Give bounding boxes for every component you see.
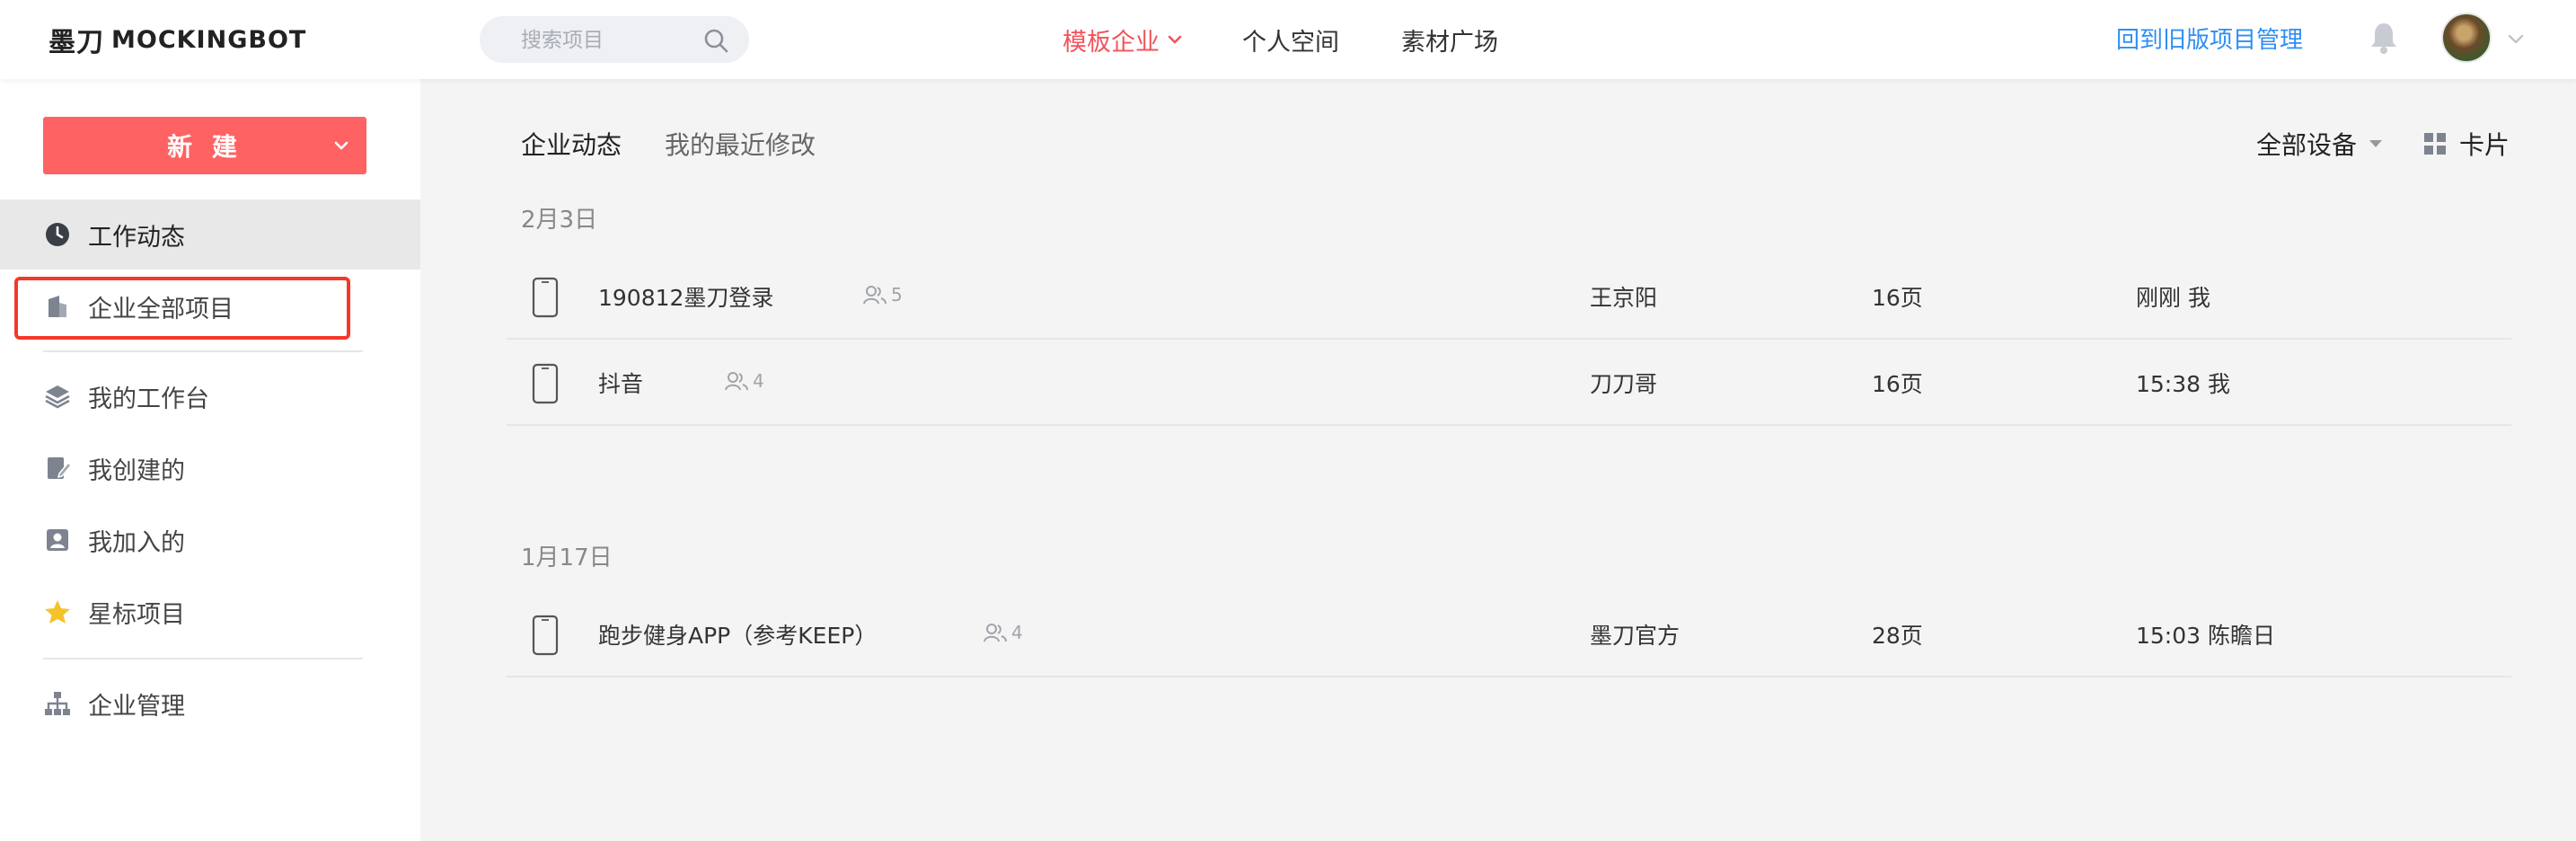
edit-doc-icon bbox=[48, 457, 72, 479]
logo-en: MOCKINGBOT bbox=[111, 25, 307, 54]
sidebar: 新 建 工作动态 企业全部项目 我的工作台 我创建的 我加入的 星标项目 企业管… bbox=[0, 79, 420, 841]
owner: 王京阳 bbox=[1590, 285, 1658, 311]
nav-personal-space-label: 个人空间 bbox=[1242, 28, 1339, 57]
project-name[interactable]: 190812墨刀登录 bbox=[598, 280, 773, 313]
chevron-down-icon[interactable] bbox=[332, 137, 350, 155]
nav-template-enterprise-label: 模板企业 bbox=[1063, 28, 1160, 57]
nav-material-square-label: 素材广场 bbox=[1401, 28, 1498, 57]
edited-info: 刚刚 我 bbox=[2136, 285, 2210, 311]
phone-icon bbox=[532, 615, 559, 656]
chevron-down-icon bbox=[1168, 35, 1182, 44]
sidebar-divider bbox=[43, 658, 363, 660]
members-count-value: 4 bbox=[1011, 622, 1023, 643]
members-count: 5 bbox=[862, 284, 903, 305]
tab-enterprise-activity[interactable]: 企业动态 bbox=[521, 126, 622, 162]
chevron-down-icon[interactable] bbox=[2506, 29, 2526, 49]
sidebar-item-starred[interactable]: 星标项目 bbox=[0, 577, 420, 647]
search-icon[interactable] bbox=[702, 27, 729, 54]
page-count: 16页 bbox=[1872, 285, 1923, 311]
sidebar-item-my-workspace[interactable]: 我的工作台 bbox=[0, 361, 420, 431]
owner: 刀刀哥 bbox=[1590, 371, 1658, 397]
members-icon bbox=[984, 624, 1007, 642]
caret-down-icon bbox=[2369, 140, 2383, 147]
old-version-link[interactable]: 回到旧版项目管理 bbox=[2116, 22, 2303, 55]
search-input[interactable] bbox=[519, 16, 684, 65]
nav-material-square[interactable]: 素材广场 bbox=[1401, 20, 1498, 59]
view-toggle-label: 卡片 bbox=[2459, 130, 2510, 160]
members-count: 4 bbox=[983, 622, 1023, 643]
avatar[interactable] bbox=[2441, 13, 2492, 63]
sidebar-divider bbox=[43, 350, 363, 352]
members-count-value: 5 bbox=[891, 284, 903, 305]
sidebar-item-created-by-me[interactable]: 我创建的 bbox=[0, 433, 420, 503]
table-row[interactable]: 跑步健身APP（参考KEEP） 4 墨刀官方 28页 15:03 陈瞻日 bbox=[507, 591, 2511, 677]
page-count: 28页 bbox=[1872, 623, 1923, 649]
sidebar-item-work-activity[interactable]: 工作动态 bbox=[0, 199, 420, 270]
logo[interactable]: 墨刀 MOCKINGBOT bbox=[49, 20, 306, 59]
sidebar-item-label: 我的工作台 bbox=[88, 385, 209, 413]
owner: 墨刀官方 bbox=[1590, 623, 1681, 649]
new-button-label: 新 建 bbox=[167, 132, 243, 162]
tab-recent-edits[interactable]: 我的最近修改 bbox=[665, 126, 816, 162]
members-count-value: 4 bbox=[753, 370, 764, 392]
sidebar-item-label: 企业全部项目 bbox=[88, 295, 234, 323]
main-content: 企业动态 我的最近修改 全部设备 卡片 2月3日 190812墨刀登录 5 王京… bbox=[420, 79, 2576, 841]
person-card-icon bbox=[47, 529, 68, 551]
layers-icon bbox=[45, 385, 70, 409]
members-count: 4 bbox=[724, 370, 764, 392]
edited-info: 15:03 陈瞻日 bbox=[2136, 623, 2275, 649]
project-name[interactable]: 抖音 bbox=[598, 367, 643, 399]
building-icon bbox=[49, 296, 66, 317]
view-toggle-card[interactable]: 卡片 bbox=[2423, 126, 2510, 162]
page-count: 16页 bbox=[1872, 371, 1923, 397]
members-icon bbox=[725, 372, 748, 391]
edited-info: 15:38 我 bbox=[2136, 371, 2230, 397]
sidebar-item-label: 星标项目 bbox=[88, 600, 185, 629]
nav-personal-space[interactable]: 个人空间 bbox=[1242, 20, 1339, 59]
phone-icon bbox=[532, 277, 559, 318]
table-row[interactable]: 190812墨刀登录 5 王京阳 16页 刚刚 我 bbox=[507, 253, 2511, 340]
sidebar-item-label: 我创建的 bbox=[88, 456, 185, 485]
device-filter-label: 全部设备 bbox=[2256, 130, 2358, 160]
search-box[interactable] bbox=[480, 16, 749, 65]
sidebar-item-label: 企业管理 bbox=[88, 692, 185, 721]
members-icon bbox=[863, 286, 887, 305]
sidebar-item-all-projects[interactable]: 企业全部项目 bbox=[0, 271, 420, 341]
group-date: 1月17日 bbox=[521, 544, 613, 571]
sidebar-item-enterprise-management[interactable]: 企业管理 bbox=[0, 668, 420, 739]
sidebar-item-label: 我加入的 bbox=[88, 528, 185, 557]
top-bar: 墨刀 MOCKINGBOT 模板企业 个人空间 素材广场 回到旧版项目管理 bbox=[0, 0, 2576, 79]
clock-icon bbox=[46, 223, 69, 246]
project-name[interactable]: 跑步健身APP（参考KEEP） bbox=[598, 618, 877, 651]
star-icon bbox=[45, 600, 70, 624]
sidebar-item-joined[interactable]: 我加入的 bbox=[0, 505, 420, 575]
nav-template-enterprise[interactable]: 模板企业 bbox=[1063, 20, 1183, 59]
logo-cn: 墨刀 bbox=[49, 27, 104, 58]
table-row[interactable]: 抖音 4 刀刀哥 16页 15:38 我 bbox=[507, 340, 2511, 426]
group-date: 2月3日 bbox=[521, 207, 598, 234]
sidebar-item-label: 工作动态 bbox=[88, 223, 185, 252]
new-button[interactable]: 新 建 bbox=[43, 117, 366, 174]
device-filter-dropdown[interactable]: 全部设备 bbox=[2256, 126, 2383, 162]
org-chart-icon bbox=[45, 692, 70, 715]
bell-icon[interactable] bbox=[2368, 20, 2400, 56]
phone-icon bbox=[532, 363, 559, 404]
grid-icon bbox=[2424, 133, 2446, 155]
